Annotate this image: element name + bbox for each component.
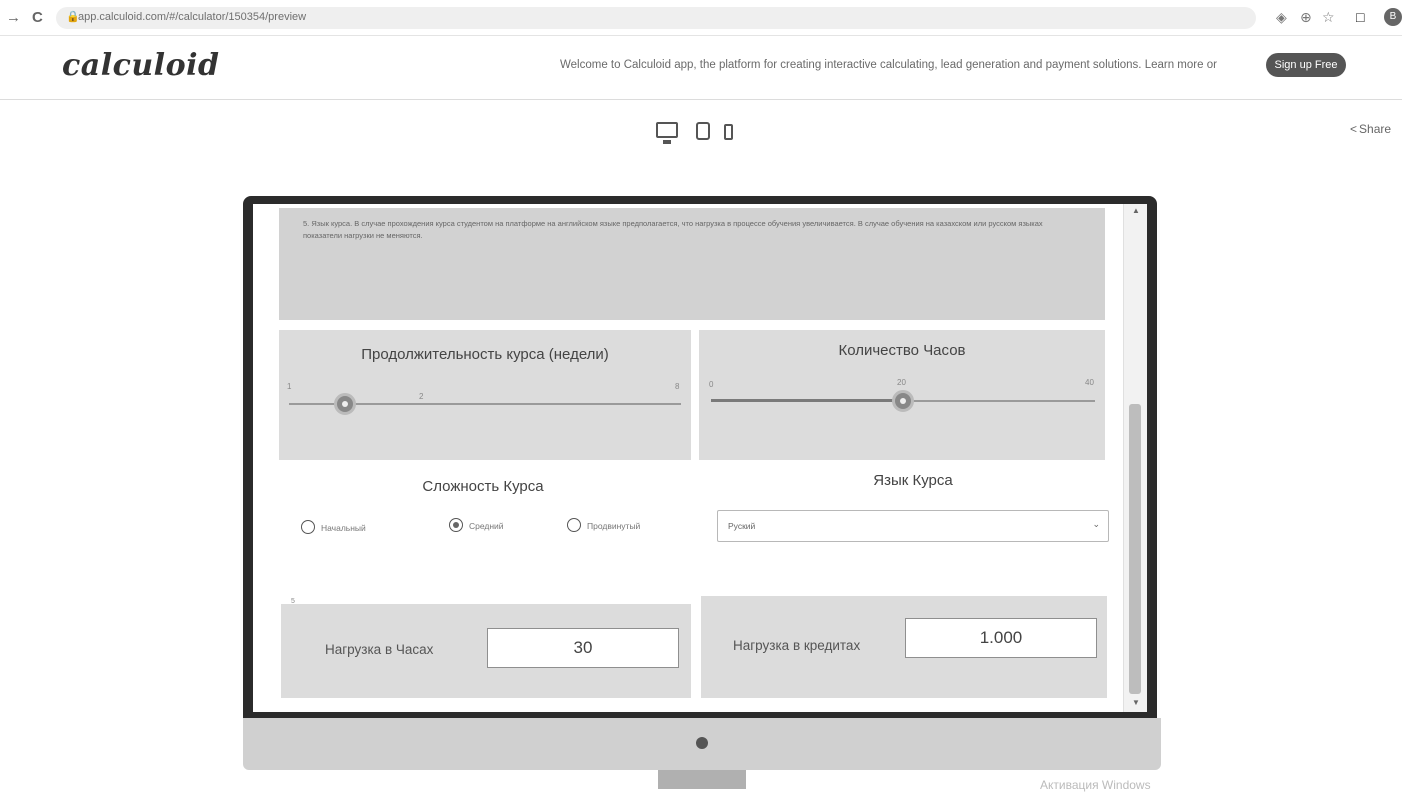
app-header: calculoid Welcome to Calculoid app, the … — [0, 36, 1402, 100]
share-label: Share — [1359, 122, 1392, 136]
radio-label[interactable]: Начальный — [321, 523, 366, 533]
hours-title: Количество Часов — [838, 342, 966, 359]
hours-max-label: 40 — [1085, 378, 1094, 387]
monitor-frame: 5. Язык курса. В случае прохождения курс… — [243, 196, 1157, 718]
radio-button-selected[interactable] — [449, 518, 463, 532]
phone-icon[interactable] — [724, 124, 733, 140]
scrollbar-thumb[interactable] — [1129, 404, 1141, 694]
result-hours-panel: Нагрузка в Часах 30 — [281, 604, 691, 698]
language-select[interactable]: Руский ⌄ — [717, 510, 1109, 542]
desktop-icon[interactable] — [656, 122, 678, 144]
radio-button[interactable] — [567, 518, 581, 532]
url-text[interactable]: app.calculoid.com/#/calculator/150354/pr… — [78, 11, 306, 23]
preview-scrollbar[interactable]: ▲ ▼ — [1123, 204, 1147, 712]
duration-value-label: 2 — [419, 392, 424, 401]
description-box: 5. Язык курса. В случае прохождения курс… — [279, 208, 1105, 320]
back-arrow-icon[interactable]: → — [6, 9, 21, 27]
language-title: Язык Курса — [873, 472, 953, 489]
sign-up-button[interactable]: Sign up Free — [1266, 53, 1346, 77]
power-button-icon — [696, 737, 708, 749]
duration-min-label: 1 — [287, 382, 292, 391]
hours-slider-fill — [711, 399, 903, 402]
profile-avatar[interactable]: B — [1384, 8, 1402, 26]
difficulty-title: Сложность Курса — [422, 478, 544, 495]
result-hours-value: 30 — [487, 628, 679, 668]
result-credits-value: 1.000 — [905, 618, 1097, 658]
hours-min-label: 0 — [709, 380, 714, 389]
welcome-text: Welcome to Calculoid app, the platform f… — [560, 59, 1217, 71]
windows-activation-watermark: Активация Windows — [1040, 778, 1151, 792]
calculator-preview: 5. Язык курса. В случае прохождения курс… — [253, 204, 1147, 712]
scroll-down-icon[interactable]: ▼ — [1124, 698, 1147, 707]
duration-slider-panel: Продолжительность курса (недели) 1 2 8 — [279, 330, 691, 460]
hours-slider-thumb[interactable] — [892, 390, 914, 412]
hours-value-label: 20 — [897, 378, 906, 387]
chevron-down-icon[interactable]: ⌄ — [1092, 519, 1100, 530]
description-text: 5. Язык курса. В случае прохождения курс… — [303, 219, 1043, 240]
radio-button[interactable] — [301, 520, 315, 534]
language-selected-value[interactable]: Руский — [728, 521, 755, 531]
share-icon: < — [1350, 122, 1358, 136]
tablet-icon[interactable] — [696, 122, 710, 140]
zoom-icon[interactable]: ⊕ — [1300, 8, 1312, 26]
duration-max-label: 8 — [675, 382, 680, 391]
window-icon[interactable]: □ — [1356, 8, 1364, 26]
duration-slider-thumb[interactable] — [334, 393, 357, 415]
monitor-stand — [658, 770, 746, 789]
radio-label[interactable]: Продвинутый — [587, 521, 640, 531]
hours-slider-panel: Количество Часов 0 20 40 — [699, 330, 1105, 460]
address-bar[interactable]: 🔒 app.calculoid.com/#/calculator/150354/… — [56, 7, 1256, 29]
calculoid-logo[interactable]: calculoid — [62, 48, 219, 83]
duration-title: Продолжительность курса (недели) — [361, 346, 609, 363]
result-credits-label: Нагрузка в кредитах — [733, 638, 861, 653]
scroll-up-icon[interactable]: ▲ — [1124, 206, 1147, 215]
share-button[interactable]: < Share — [1350, 122, 1391, 136]
monitor-chin — [243, 718, 1161, 770]
radio-label[interactable]: Средний — [469, 521, 504, 531]
reload-icon[interactable]: C — [32, 9, 43, 27]
browser-toolbar: → C 🔒 app.calculoid.com/#/calculator/150… — [0, 0, 1402, 36]
extension-icon[interactable]: ◈ — [1276, 8, 1287, 26]
result-hours-label: Нагрузка в Часах — [325, 642, 434, 657]
result-credits-panel: Нагрузка в кредитах 1.000 — [701, 596, 1107, 698]
bookmark-star-icon[interactable]: ☆ — [1322, 8, 1335, 26]
